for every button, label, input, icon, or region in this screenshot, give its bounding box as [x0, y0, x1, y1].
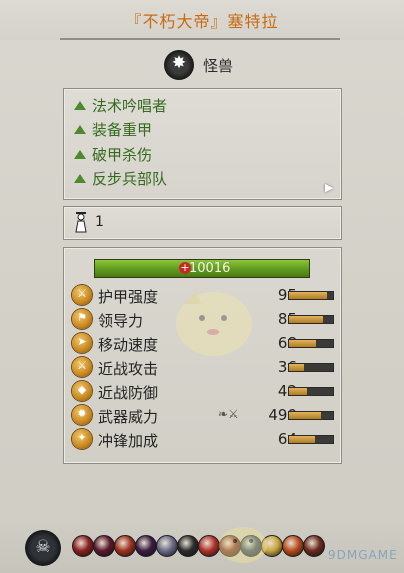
stat-row-melee-defence[interactable]: ◆ 近战防御 42: [72, 380, 337, 402]
speed-icon: ➤: [72, 333, 92, 353]
triangle-up-icon: [74, 101, 86, 110]
stat-row-speed[interactable]: ➤ 移动速度 68: [72, 332, 337, 354]
ability-2-icon[interactable]: [93, 535, 115, 557]
stat-label: 冲锋加成: [98, 432, 159, 450]
attribute-item[interactable]: 装备重甲: [74, 119, 152, 143]
star-burst-icon: ✸: [164, 50, 194, 80]
ability-1-icon[interactable]: [72, 535, 94, 557]
attribute-item[interactable]: 破甲杀伤: [74, 144, 152, 168]
stat-row-armour[interactable]: ⚔ 护甲强度 95: [72, 284, 337, 306]
ability-6-icon[interactable]: [177, 535, 199, 557]
stats-panel: + 10016 ⚔ 护甲强度 95 ⚑ 领导力 85 ➤ 移动速度 68: [63, 247, 342, 464]
triangle-up-icon: [74, 125, 86, 134]
expand-arrow-icon[interactable]: ▶: [325, 182, 335, 193]
unit-type-skull-icon[interactable]: ☠: [25, 530, 61, 566]
abilities-strip: [72, 535, 330, 557]
stat-label: 武器威力: [98, 408, 159, 426]
stat-row-charge-bonus[interactable]: ✦ 冲锋加成 64: [72, 428, 337, 450]
attribute-item[interactable]: 法术吟唱者: [74, 95, 167, 119]
stat-row-leadership[interactable]: ⚑ 领导力 85: [72, 308, 337, 330]
stat-label: 领导力: [98, 312, 144, 330]
stat-bar: [288, 435, 334, 444]
melee-attack-icon: ⚔: [72, 357, 92, 377]
charge-bonus-icon: ✦: [72, 429, 92, 449]
melee-defence-icon: ◆: [72, 381, 92, 401]
watermark-text: 9DMGAME: [328, 548, 398, 562]
stat-bar: [288, 291, 334, 300]
stat-bar: [288, 315, 334, 324]
unit-title: 『不朽大帝』塞特拉: [125, 12, 279, 31]
ability-11-icon[interactable]: [282, 535, 304, 557]
stat-row-melee-attack[interactable]: ⚔ 近战攻击 36: [72, 356, 337, 378]
unit-count-panel: 1: [63, 206, 342, 240]
attribute-item[interactable]: 反步兵部队: [74, 168, 167, 192]
soldier-icon: [75, 212, 87, 233]
stat-bar: [288, 339, 334, 348]
damage-type-icons: ❧⚔: [218, 407, 239, 421]
stat-label: 护甲强度: [98, 288, 159, 306]
stat-bar: [288, 411, 334, 420]
stat-row-weapon-strength[interactable]: ✹ 武器威力 ❧⚔ 490: [72, 404, 337, 426]
header-divider: [60, 38, 340, 46]
unit-count: 1: [95, 214, 104, 230]
stat-bar: [288, 363, 334, 372]
triangle-up-icon: [74, 174, 86, 183]
stat-label: 移动速度: [98, 336, 159, 354]
stat-bar: [288, 387, 334, 396]
ability-4-icon[interactable]: [135, 535, 157, 557]
unit-card: 『不朽大帝』塞特拉 ✸ 怪兽 法术吟唱者 装备重甲 破甲杀伤 反步兵部队 ▶ 1…: [0, 0, 404, 573]
attributes-panel: 法术吟唱者 装备重甲 破甲杀伤 反步兵部队 ▶: [63, 88, 342, 200]
unit-category: 怪兽: [203, 57, 234, 75]
ability-5-icon[interactable]: [156, 535, 178, 557]
ability-12-icon[interactable]: [303, 535, 325, 557]
weapon-strength-icon: ✹: [72, 405, 92, 425]
ability-3-icon[interactable]: [114, 535, 136, 557]
stat-label: 近战攻击: [98, 360, 159, 378]
watermark-logo: [219, 527, 267, 563]
leadership-icon: ⚑: [72, 309, 92, 329]
stat-label: 近战防御: [98, 384, 159, 402]
armour-icon: ⚔: [72, 285, 92, 305]
triangle-up-icon: [74, 150, 86, 159]
